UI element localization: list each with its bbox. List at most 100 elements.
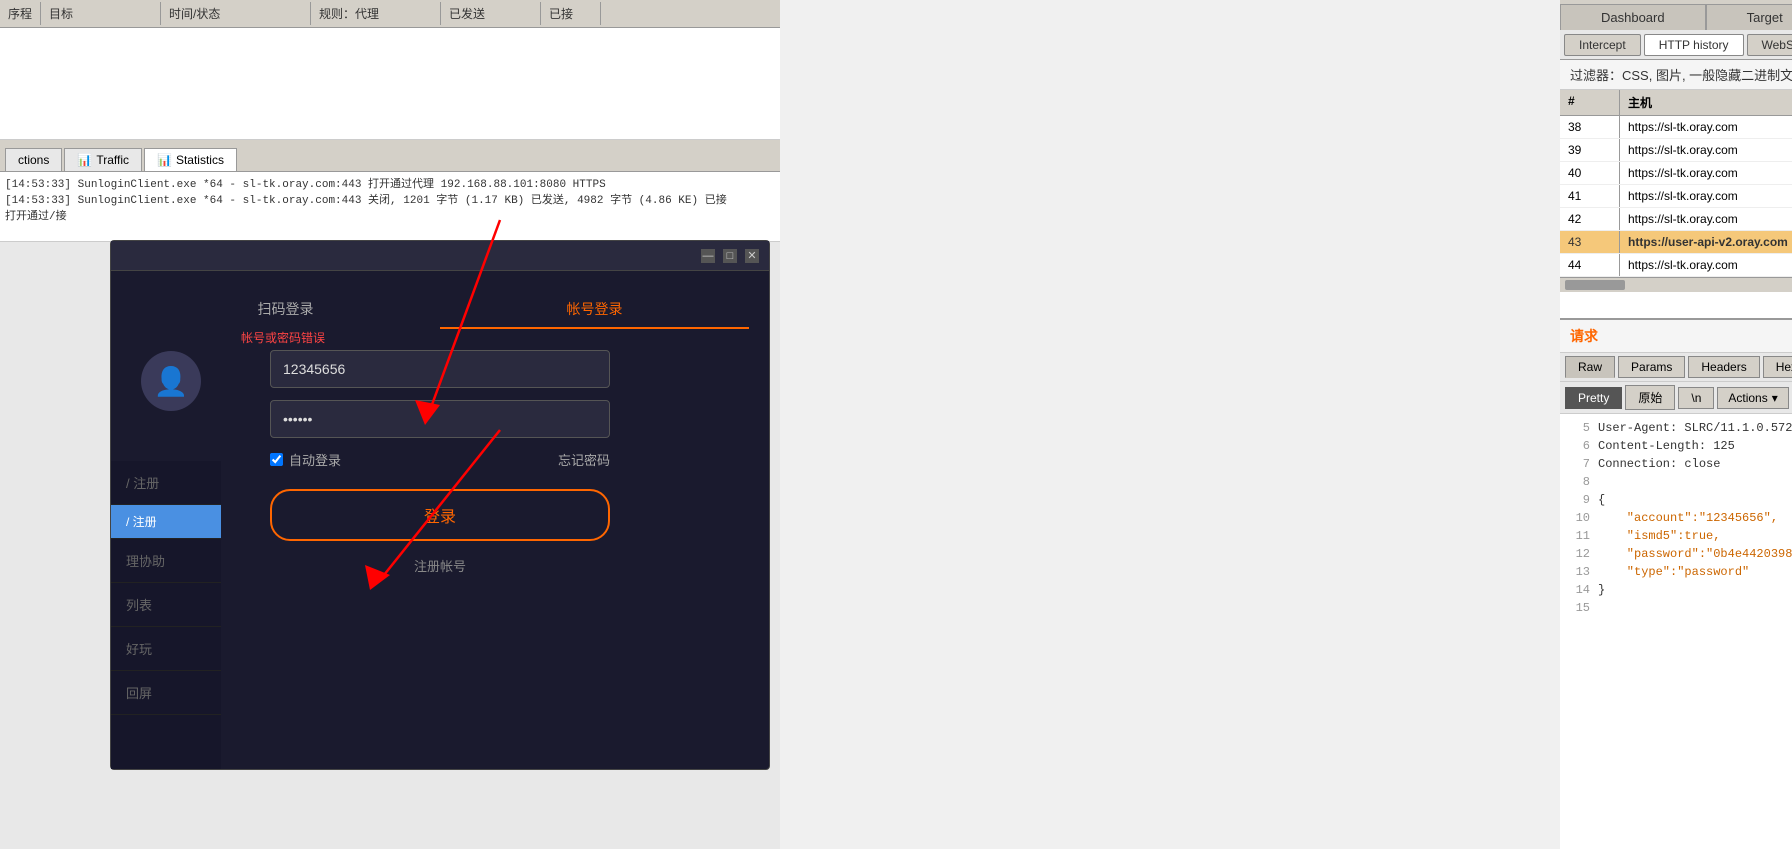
connections-tab[interactable]: ctions [5, 148, 62, 171]
scrollbar-thumb[interactable] [1565, 280, 1625, 290]
history-row-44[interactable]: 44https://sl-tk.oray.comPOST/slcollectio… [1560, 254, 1792, 277]
h-scrollbar[interactable] [1560, 277, 1792, 292]
statistics-icon: 📊 [157, 153, 172, 167]
history-row-39[interactable]: 39https://sl-tk.oray.comPOST/track [1560, 139, 1792, 162]
login-tabs-row: 扫码登录 帐号登录 [111, 291, 769, 329]
row-host-44: https://sl-tk.oray.com [1620, 254, 1792, 276]
dark-window-titlebar: — □ ✕ [111, 241, 769, 271]
avatar: 👤 [141, 351, 201, 411]
websockets-history-tab[interactable]: WebSockets history [1747, 34, 1792, 56]
traffic-icon: 📊 [77, 153, 92, 167]
request-raw-sub-tab[interactable]: 原始 [1625, 385, 1675, 410]
header-rule: 规则：代理 [311, 2, 441, 25]
request-line: 7Connection: close [1565, 455, 1792, 473]
register-link[interactable]: 注册帐号 [414, 556, 466, 575]
top-nav: Dashboard Target Proxy [1560, 0, 1792, 30]
request-line: 8 [1565, 473, 1792, 491]
request-code-area: 5User-Agent: SLRC/11.1.0.57237 (Windows;… [1560, 414, 1792, 849]
dashboard-tab[interactable]: Dashboard [1560, 4, 1706, 30]
auto-login-checkbox[interactable] [270, 453, 283, 466]
request-newline-tab[interactable]: \n [1678, 387, 1714, 409]
traffic-label: Traffic [96, 153, 129, 167]
statistics-tab[interactable]: 📊 Statistics [144, 148, 237, 171]
request-line: 14} [1565, 581, 1792, 599]
col-header-num: # [1560, 90, 1620, 115]
log-line-3: 打开通过/接 [5, 207, 775, 223]
history-row-40[interactable]: 40https://sl-tk.oray.comPOST/track [1560, 162, 1792, 185]
request-panel: 请求 Raw Params Headers Hex Pretty 原始 \n A… [1560, 320, 1792, 849]
history-table: # 主机 方法 URL 38https://sl-tk.oray.comPOST… [1560, 90, 1792, 320]
request-params-tab[interactable]: Params [1618, 356, 1685, 378]
qr-login-tab[interactable]: 扫码登录 [131, 291, 440, 329]
dark-window: — □ ✕ 👤 / 注册 / 注册 理协助 [110, 240, 770, 770]
qr-login-label: 扫码登录 [258, 301, 314, 317]
http-history-tab[interactable]: HTTP history [1644, 34, 1744, 56]
sidebar-screen-label: 回屏 [126, 686, 152, 701]
sidebar-item-screen[interactable]: 回屏 [111, 671, 221, 715]
statistics-label: Statistics [176, 153, 224, 167]
auto-login-label: 自动登录 [289, 450, 341, 469]
sidebar-item-blue[interactable]: / 注册 [111, 505, 221, 539]
maximize-button[interactable]: □ [723, 249, 737, 263]
account-login-tab[interactable]: 帐号登录 [440, 291, 749, 329]
traffic-tab[interactable]: 📊 Traffic [64, 148, 142, 171]
history-row-41[interactable]: 41https://sl-tk.oray.comPOST/track [1560, 185, 1792, 208]
filter-bar[interactable]: 过滤器：CSS, 图片, 一般隐藏二进制文件 [1560, 60, 1792, 90]
intercept-tab[interactable]: Intercept [1564, 34, 1641, 56]
top-table: 序程 目标 时间/状态 规则：代理 已发送 已接 [0, 0, 780, 140]
actions-label: Actions [1728, 391, 1767, 405]
sidebar-register-label: / 注册 [126, 476, 159, 491]
history-row-42[interactable]: 42https://sl-tk.oray.comPOST/track [1560, 208, 1792, 231]
login-button-label: 登录 [424, 509, 456, 526]
row-num-42: 42 [1560, 208, 1620, 230]
log-line-1: [14:53:33] SunloginClient.exe *64 - sl-t… [5, 175, 775, 191]
header-received: 已接 [541, 2, 601, 25]
row-host-40: https://sl-tk.oray.com [1620, 162, 1792, 184]
close-button[interactable]: ✕ [745, 249, 759, 263]
row-host-39: https://sl-tk.oray.com [1620, 139, 1792, 161]
row-host-43: https://user-api-v2.oray.com [1620, 231, 1792, 253]
row-num-39: 39 [1560, 139, 1620, 161]
header-target: 目标 [41, 2, 161, 25]
actions-button[interactable]: Actions ▾ [1717, 387, 1788, 409]
target-tab[interactable]: Target [1706, 4, 1792, 30]
request-title: 请求 [1560, 320, 1792, 353]
sidebar-fun-label: 好玩 [126, 642, 152, 657]
request-panel-tabs: Raw Params Headers Hex [1560, 353, 1792, 382]
log-line-2: [14:53:33] SunloginClient.exe *64 - sl-t… [5, 191, 775, 207]
row-num-41: 41 [1560, 185, 1620, 207]
row-host-41: https://sl-tk.oray.com [1620, 185, 1792, 207]
error-message: 帐号或密码错误 [241, 329, 325, 346]
request-line: 9{ [1565, 491, 1792, 509]
request-line: 12 "password":"0b4e4420398c10231ba06b07b… [1565, 545, 1792, 563]
history-row-43[interactable]: 43https://user-api-v2.oray.comPOST/autho… [1560, 231, 1792, 254]
password-input[interactable] [270, 400, 610, 438]
forgot-password-link[interactable]: 忘记密码 [558, 450, 610, 469]
header-program: 序程 [0, 2, 41, 25]
header-sent: 已发送 [441, 2, 541, 25]
middle-tabs: ctions 📊 Traffic 📊 Statistics [0, 140, 780, 172]
sidebar-item-register[interactable]: / 注册 [111, 461, 221, 505]
history-rows-container: 38https://sl-tk.oray.comPOST/track39http… [1560, 116, 1792, 277]
request-sub-tabs: Pretty 原始 \n Actions ▾ [1560, 382, 1792, 414]
sidebar-item-fun[interactable]: 好玩 [111, 627, 221, 671]
request-line: 5User-Agent: SLRC/11.1.0.57237 (Windows;… [1565, 419, 1792, 437]
row-host-42: https://sl-tk.oray.com [1620, 208, 1792, 230]
sidebar-item-assist[interactable]: 理协助 [111, 539, 221, 583]
login-button[interactable]: 登录 [270, 489, 610, 541]
row-host-38: https://sl-tk.oray.com [1620, 116, 1792, 138]
account-login-label: 帐号登录 [567, 301, 623, 317]
sidebar-item-list[interactable]: 列表 [111, 583, 221, 627]
sidebar-assist-label: 理协助 [126, 554, 165, 569]
request-raw-tab[interactable]: Raw [1565, 356, 1615, 378]
username-input[interactable] [270, 350, 610, 388]
request-hex-tab[interactable]: Hex [1763, 356, 1792, 378]
row-num-43: 43 [1560, 231, 1620, 253]
sidebar-blue-label: / 注册 [126, 515, 157, 529]
history-row-38[interactable]: 38https://sl-tk.oray.comPOST/track [1560, 116, 1792, 139]
minimize-button[interactable]: — [701, 249, 715, 263]
row-num-38: 38 [1560, 116, 1620, 138]
request-headers-tab[interactable]: Headers [1688, 356, 1759, 378]
request-line: 6Content-Length: 125 [1565, 437, 1792, 455]
request-pretty-tab[interactable]: Pretty [1565, 387, 1622, 409]
